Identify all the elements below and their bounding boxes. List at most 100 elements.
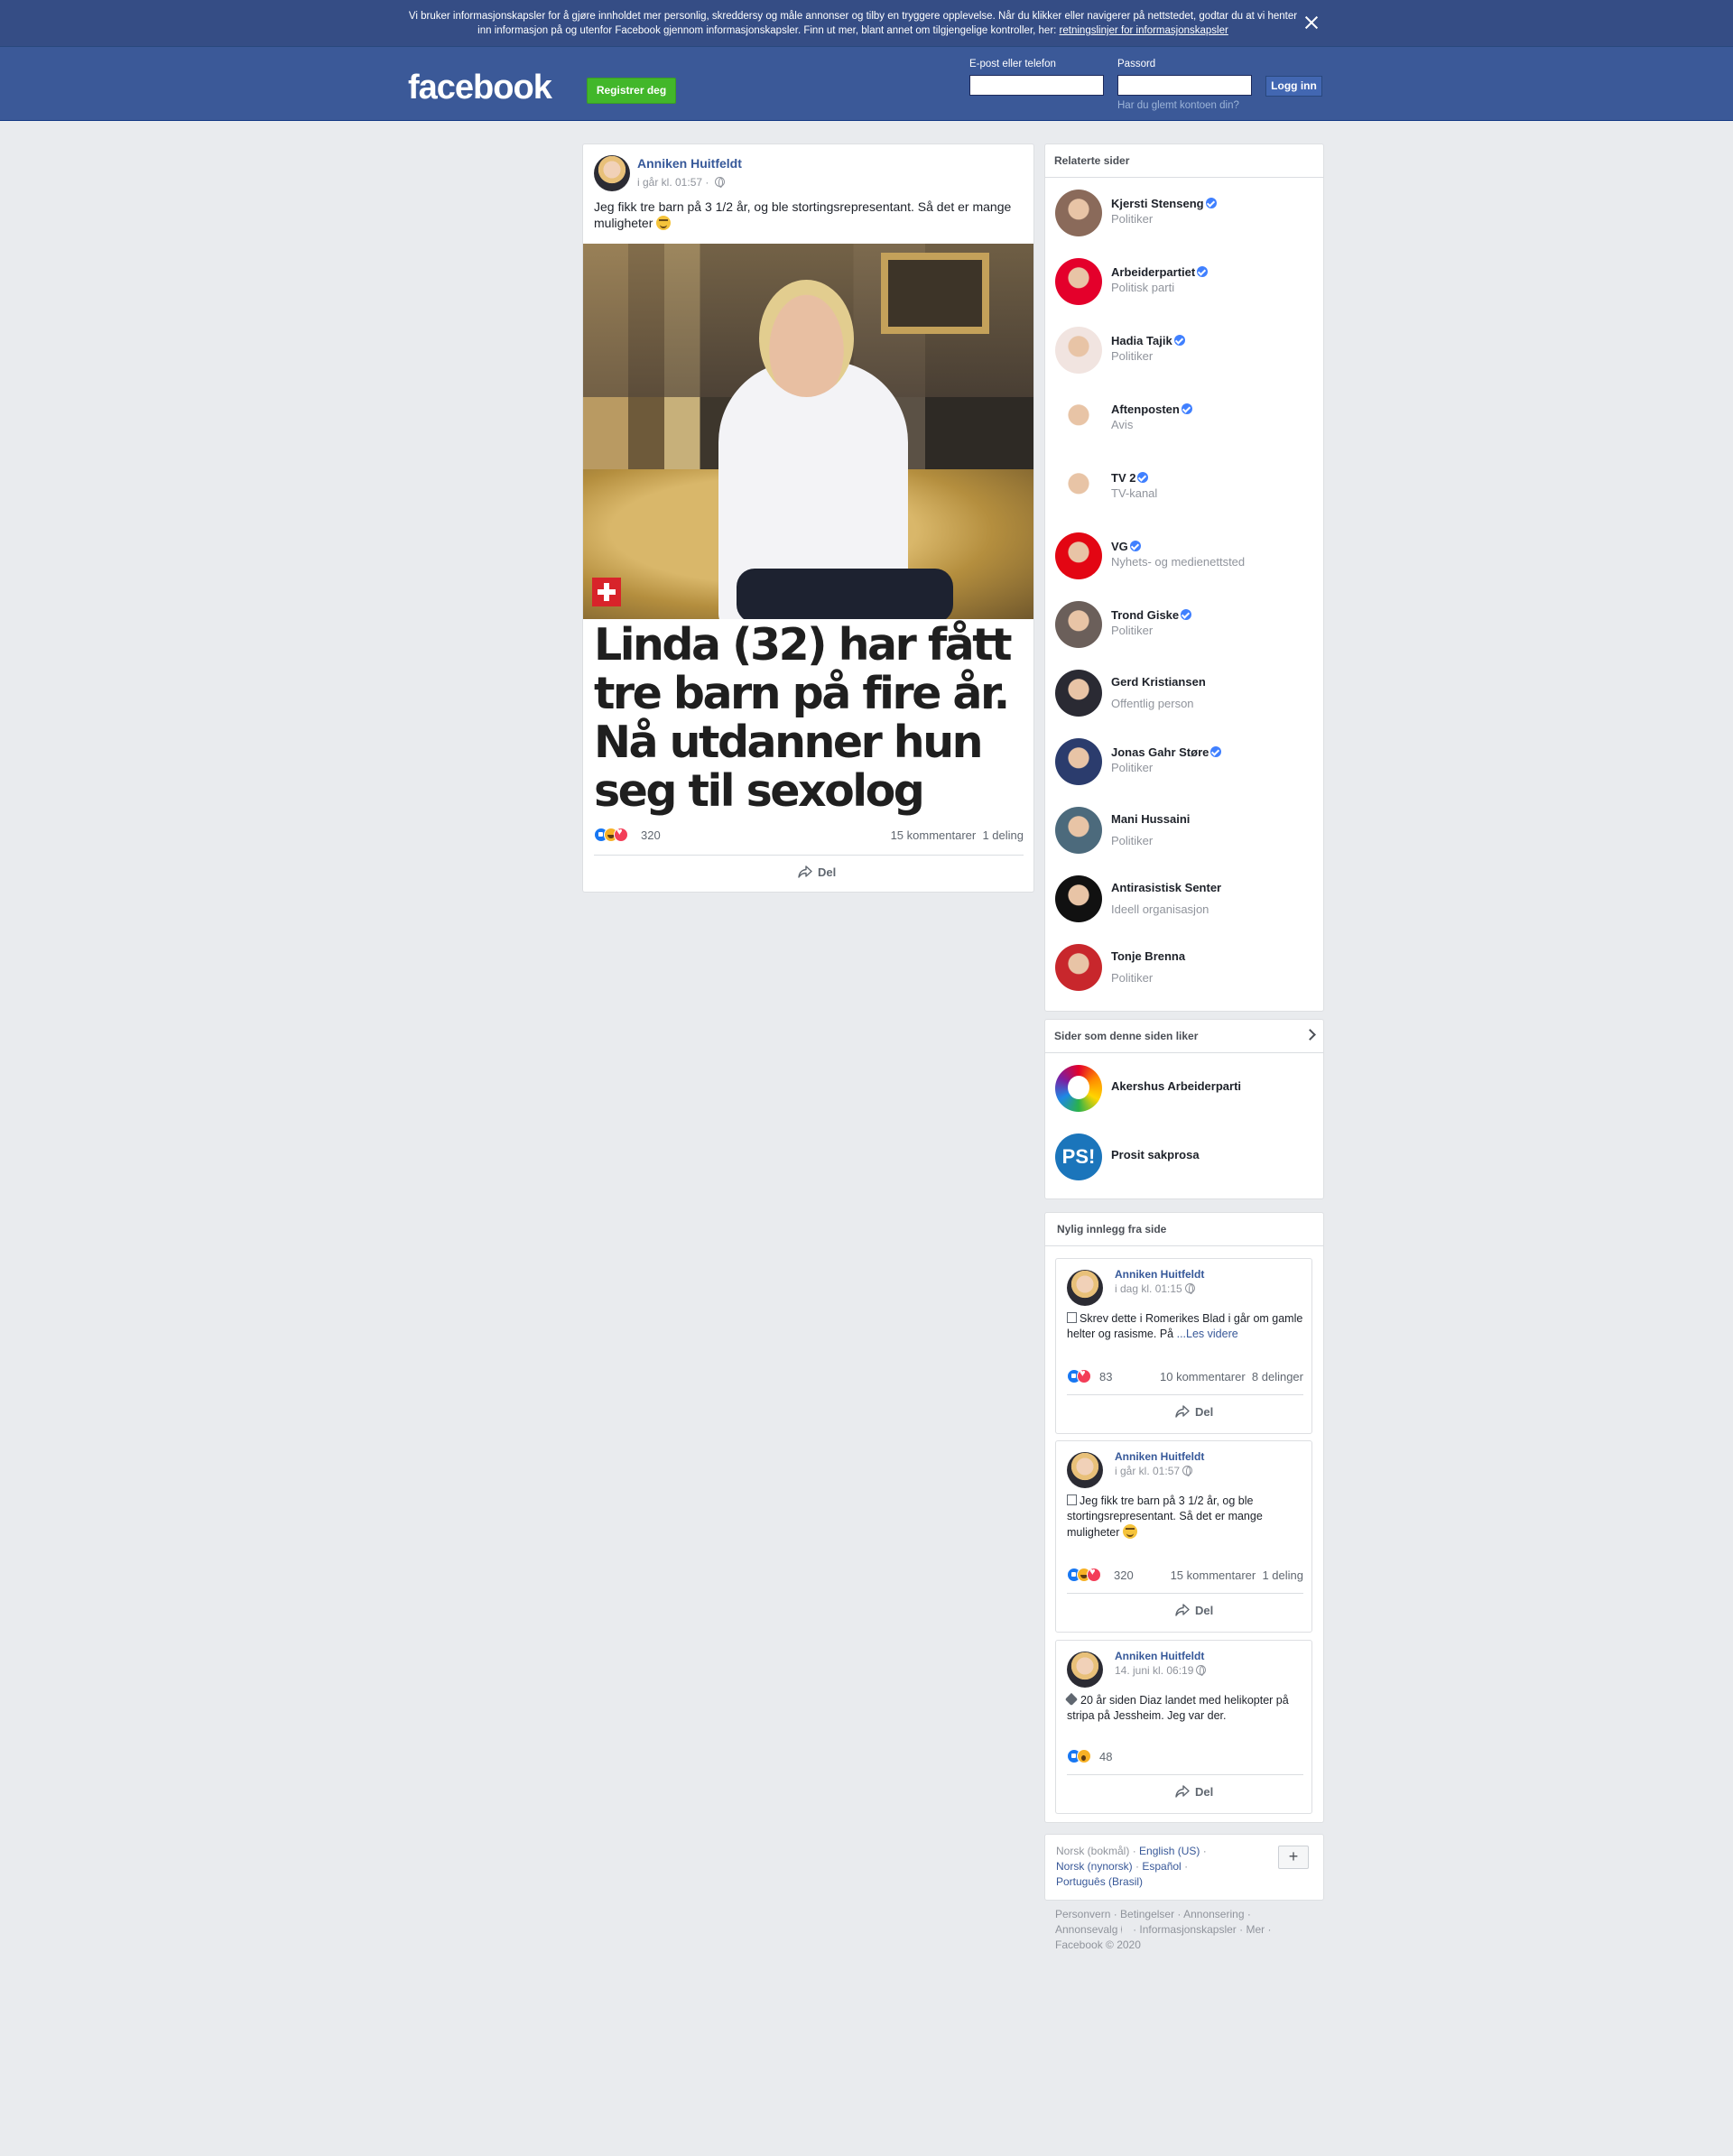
page-avatar[interactable] bbox=[1055, 327, 1102, 374]
page-name[interactable]: Gerd Kristiansen bbox=[1111, 675, 1206, 689]
footer-link[interactable]: Annonsevalg bbox=[1055, 1923, 1117, 1936]
related-page-item[interactable]: Aftenposten Avis bbox=[1055, 395, 1317, 446]
page-category: Politiker bbox=[1111, 212, 1154, 226]
page-name[interactable]: Trond Giske bbox=[1111, 608, 1192, 622]
related-page-item[interactable]: Antirasistisk Senter Ideell organisasjon bbox=[1055, 875, 1317, 926]
article-image[interactable] bbox=[583, 244, 1033, 619]
page-avatar[interactable] bbox=[1055, 738, 1102, 785]
login-button[interactable]: Logg inn bbox=[1265, 76, 1322, 97]
related-page-item[interactable]: Gerd Kristiansen Offentlig person bbox=[1055, 670, 1317, 720]
page-name[interactable]: TV 2 bbox=[1111, 471, 1149, 485]
close-icon[interactable] bbox=[1301, 12, 1322, 33]
footer-link[interactable]: Personvern bbox=[1055, 1908, 1110, 1920]
footer-link[interactable]: Betingelser bbox=[1120, 1908, 1174, 1920]
language-option[interactable]: Español bbox=[1142, 1860, 1181, 1873]
language-option[interactable]: English (US) bbox=[1139, 1845, 1200, 1857]
post-timestamp[interactable]: i går kl. 01:57 · bbox=[637, 176, 725, 189]
comments-shares[interactable]: 15 kommentarer 1 deling bbox=[1171, 1568, 1303, 1582]
shares-count[interactable]: 1 deling bbox=[982, 828, 1024, 842]
chevron-right-icon[interactable] bbox=[1304, 1029, 1316, 1041]
page-avatar[interactable] bbox=[1055, 807, 1102, 854]
page-name[interactable]: Mani Hussaini bbox=[1111, 812, 1190, 826]
article-headline[interactable]: Linda (32) har fått tre barn på fire år.… bbox=[594, 621, 1027, 816]
related-page-item[interactable]: Kjersti Stenseng Politiker bbox=[1055, 190, 1317, 240]
read-more-link[interactable]: ...Les videre bbox=[1177, 1328, 1238, 1340]
reaction-count[interactable]: 320 bbox=[641, 828, 661, 842]
related-page-item[interactable]: Arbeiderpartiet Politisk parti bbox=[1055, 258, 1317, 309]
reactions[interactable] bbox=[594, 827, 628, 842]
page-name[interactable]: Tonje Brenna bbox=[1111, 949, 1185, 963]
page-name[interactable]: Kjersti Stenseng bbox=[1111, 197, 1217, 210]
recent-post-author[interactable]: Anniken Huitfeldt bbox=[1115, 1268, 1204, 1281]
page-name[interactable]: VG bbox=[1111, 540, 1141, 553]
comments-count[interactable]: 15 kommentarer bbox=[1171, 1568, 1256, 1582]
page-avatar[interactable] bbox=[1055, 944, 1102, 991]
recent-post-time-text: i dag kl. 01:15 bbox=[1115, 1282, 1182, 1295]
liked-page-item[interactable]: Akershus Arbeiderparti bbox=[1055, 1065, 1317, 1115]
language-option[interactable]: Português (Brasil) bbox=[1056, 1875, 1143, 1888]
comments-count[interactable]: 15 kommentarer bbox=[891, 828, 977, 842]
reaction-count[interactable]: 48 bbox=[1099, 1750, 1112, 1763]
recent-post-author[interactable]: Anniken Huitfeldt bbox=[1115, 1450, 1204, 1463]
password-field[interactable] bbox=[1117, 75, 1252, 96]
related-page-item[interactable]: TV 2 TV-kanal bbox=[1055, 464, 1317, 514]
comments-count[interactable]: 10 kommentarer bbox=[1160, 1370, 1246, 1383]
facebook-logo[interactable]: facebook bbox=[408, 69, 552, 107]
register-button[interactable]: Registrer deg bbox=[587, 78, 676, 104]
footer-link[interactable]: Annonsering bbox=[1183, 1908, 1244, 1920]
verified-badge-icon bbox=[1205, 198, 1217, 208]
related-page-item[interactable]: Hadia Tajik Politiker bbox=[1055, 327, 1317, 377]
page-name[interactable]: Jonas Gahr Støre bbox=[1111, 745, 1222, 759]
author-avatar[interactable] bbox=[1067, 1452, 1103, 1488]
page-name[interactable]: Arbeiderpartiet bbox=[1111, 265, 1209, 279]
page-avatar[interactable] bbox=[1055, 670, 1102, 717]
forgot-account-link[interactable]: Har du glemt kontoen din? bbox=[1117, 100, 1239, 111]
footer-link[interactable]: Mer bbox=[1246, 1923, 1265, 1936]
related-page-item[interactable]: VG Nyhets- og medienettsted bbox=[1055, 532, 1317, 583]
recent-post-time[interactable]: i går kl. 01:57 bbox=[1115, 1465, 1193, 1477]
cookie-policy-link[interactable]: retningslinjer for informasjonskapsler bbox=[1060, 25, 1228, 36]
page-avatar[interactable] bbox=[1055, 464, 1102, 511]
shares-count[interactable]: 8 delinger bbox=[1252, 1370, 1303, 1383]
page-name[interactable]: Aftenposten bbox=[1111, 403, 1192, 416]
language-option[interactable]: Norsk (nynorsk) bbox=[1056, 1860, 1133, 1873]
page-name[interactable]: Antirasistisk Senter bbox=[1111, 881, 1221, 894]
post-author[interactable]: Anniken Huitfeldt bbox=[637, 156, 742, 171]
author-avatar[interactable] bbox=[1067, 1270, 1103, 1306]
author-avatar[interactable] bbox=[594, 155, 630, 191]
shares-count[interactable]: 1 deling bbox=[1262, 1568, 1303, 1582]
share-button[interactable]: Del bbox=[798, 865, 836, 879]
page-name[interactable]: Hadia Tajik bbox=[1111, 334, 1185, 347]
share-button[interactable]: Del bbox=[1175, 1604, 1213, 1617]
comments-shares[interactable]: 15 kommentarer 1 deling bbox=[891, 828, 1024, 842]
page-avatar[interactable] bbox=[1055, 601, 1102, 648]
page-avatar[interactable] bbox=[1055, 190, 1102, 236]
reactions[interactable] bbox=[1067, 1368, 1091, 1383]
footer-link[interactable]: Informasjonskapsler bbox=[1139, 1923, 1236, 1936]
share-button[interactable]: Del bbox=[1175, 1405, 1213, 1419]
comments-shares[interactable]: 10 kommentarer 8 delinger bbox=[1160, 1370, 1303, 1383]
page-avatar[interactable] bbox=[1055, 532, 1102, 579]
author-avatar[interactable] bbox=[1067, 1652, 1103, 1688]
liked-page-item[interactable]: PS! Prosit sakprosa bbox=[1055, 1134, 1317, 1184]
recent-post-author[interactable]: Anniken Huitfeldt bbox=[1115, 1650, 1204, 1662]
verified-badge-icon bbox=[1181, 609, 1192, 620]
reactions[interactable] bbox=[1067, 1749, 1091, 1763]
share-button[interactable]: Del bbox=[1175, 1785, 1213, 1799]
related-page-item[interactable]: Tonje Brenna Politiker bbox=[1055, 944, 1317, 995]
liked-page-name[interactable]: Akershus Arbeiderparti bbox=[1111, 1079, 1241, 1093]
related-page-item[interactable]: Mani Hussaini Politiker bbox=[1055, 807, 1317, 857]
reaction-count[interactable]: 320 bbox=[1114, 1568, 1134, 1582]
email-field[interactable] bbox=[969, 75, 1104, 96]
recent-post-time[interactable]: 14. juni kl. 06:19 bbox=[1115, 1664, 1207, 1677]
related-page-item[interactable]: Trond Giske Politiker bbox=[1055, 601, 1317, 652]
related-page-item[interactable]: Jonas Gahr Støre Politiker bbox=[1055, 738, 1317, 789]
page-avatar[interactable] bbox=[1055, 875, 1102, 922]
recent-post-time[interactable]: i dag kl. 01:15 bbox=[1115, 1282, 1195, 1295]
reactions[interactable] bbox=[1067, 1567, 1101, 1582]
page-avatar[interactable] bbox=[1055, 258, 1102, 305]
more-languages-button[interactable]: + bbox=[1278, 1846, 1309, 1869]
reaction-count[interactable]: 83 bbox=[1099, 1370, 1112, 1383]
liked-page-name[interactable]: Prosit sakprosa bbox=[1111, 1148, 1200, 1161]
page-avatar[interactable] bbox=[1055, 395, 1102, 442]
